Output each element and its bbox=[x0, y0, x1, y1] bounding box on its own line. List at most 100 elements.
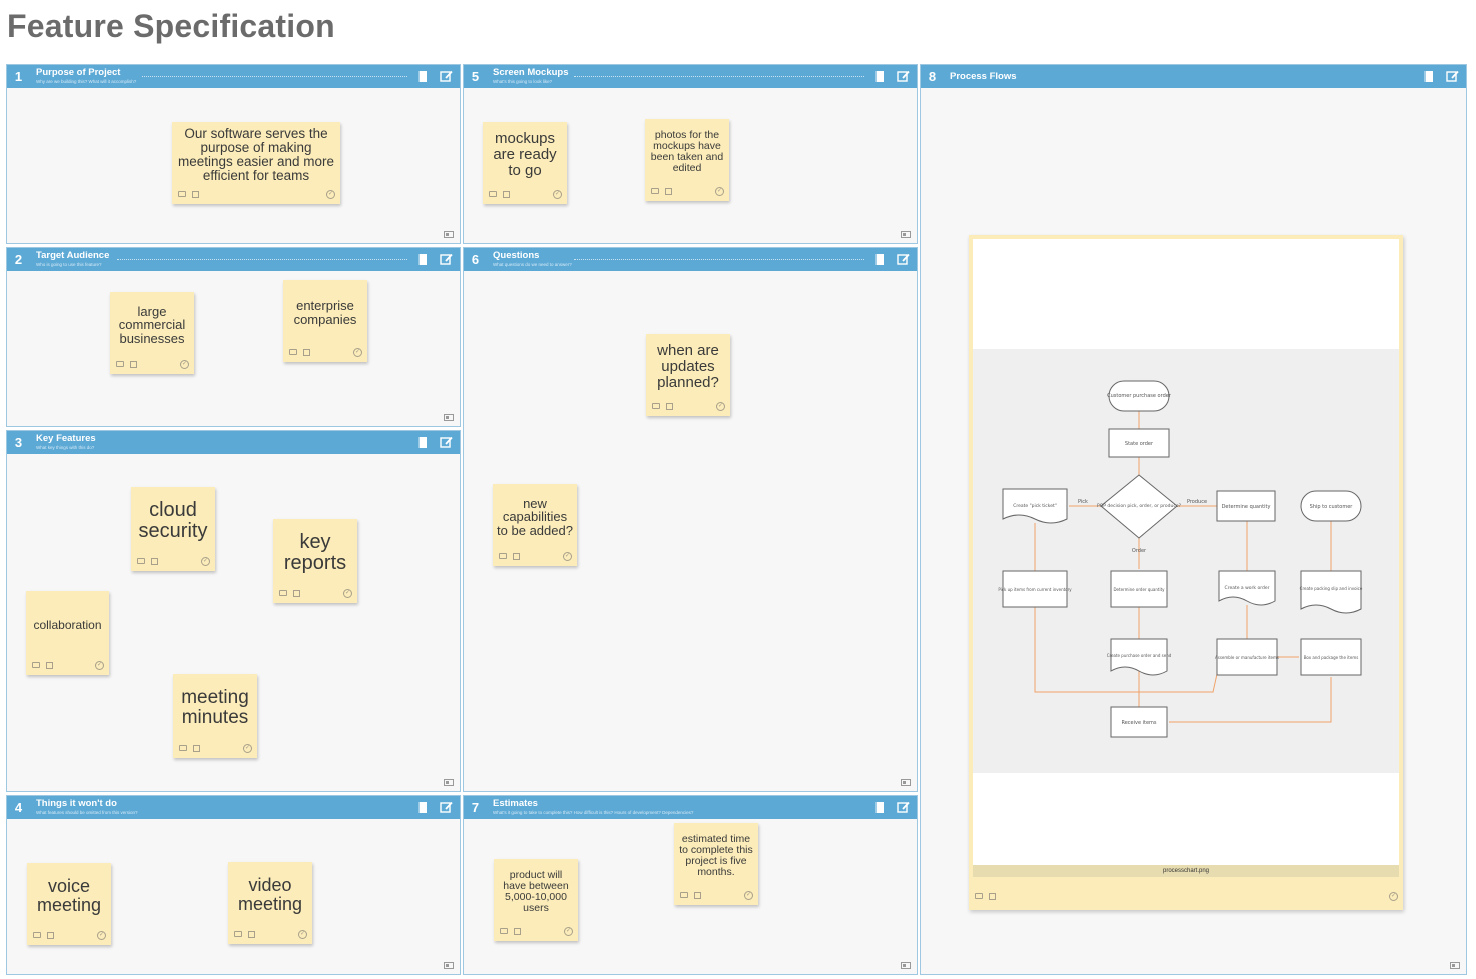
sticky-note[interactable]: enterprise companies ✓ bbox=[283, 280, 367, 362]
edit-icon[interactable] bbox=[439, 435, 454, 450]
comment-icon[interactable] bbox=[652, 403, 660, 409]
notebook-icon[interactable] bbox=[1421, 69, 1436, 84]
sticky-note[interactable]: voice meeting ✓ bbox=[27, 863, 111, 945]
comment-icon[interactable] bbox=[178, 191, 186, 197]
check-icon[interactable]: ✓ bbox=[97, 931, 106, 940]
edit-icon[interactable] bbox=[439, 800, 454, 815]
section-number: 4 bbox=[14, 800, 23, 815]
sticky-note[interactable]: mockups are ready to go ✓ bbox=[483, 122, 567, 204]
check-icon[interactable]: ✓ bbox=[180, 360, 189, 369]
sticky-note[interactable]: cloud security ✓ bbox=[131, 487, 215, 571]
edit-icon[interactable] bbox=[1445, 69, 1460, 84]
sticky-note[interactable]: meeting minutes ✓ bbox=[173, 674, 257, 758]
section-header: 4 Things it won't do What features shoul… bbox=[7, 796, 460, 819]
check-icon[interactable]: ✓ bbox=[1389, 892, 1398, 901]
edit-icon[interactable] bbox=[896, 800, 911, 815]
check-icon[interactable]: ✓ bbox=[564, 927, 573, 936]
comment-icon[interactable] bbox=[651, 188, 659, 194]
process-chart-image[interactable]: Customer purchase order State order POP … bbox=[973, 239, 1399, 877]
comment-icon[interactable] bbox=[33, 932, 41, 938]
vote-icon[interactable] bbox=[503, 191, 510, 198]
comment-icon[interactable] bbox=[32, 662, 40, 668]
comment-icon[interactable] bbox=[137, 558, 145, 564]
edit-icon[interactable] bbox=[439, 69, 454, 84]
sticky-note[interactable]: estimated time to complete this project … bbox=[674, 823, 758, 905]
note-text: mockups are ready to go bbox=[493, 130, 557, 179]
notebook-icon[interactable] bbox=[872, 252, 887, 267]
check-icon[interactable]: ✓ bbox=[715, 187, 724, 196]
check-icon[interactable]: ✓ bbox=[95, 661, 104, 670]
card-view-icon[interactable] bbox=[444, 962, 454, 969]
comment-icon[interactable] bbox=[499, 553, 507, 559]
sticky-note[interactable]: collaboration ✓ bbox=[26, 591, 109, 675]
notebook-icon[interactable] bbox=[415, 69, 430, 84]
card-view-icon[interactable] bbox=[444, 414, 454, 421]
check-icon[interactable]: ✓ bbox=[326, 190, 335, 199]
vote-icon[interactable] bbox=[694, 892, 701, 899]
check-icon[interactable]: ✓ bbox=[343, 589, 352, 598]
comment-icon[interactable] bbox=[279, 590, 287, 596]
sticky-note[interactable]: photos for the mockups have been taken a… bbox=[645, 119, 729, 201]
check-icon[interactable]: ✓ bbox=[243, 744, 252, 753]
image-card[interactable]: Customer purchase order State order POP … bbox=[969, 235, 1403, 910]
vote-icon[interactable] bbox=[513, 553, 520, 560]
card-view-icon[interactable] bbox=[444, 231, 454, 238]
card-view-icon[interactable] bbox=[901, 779, 911, 786]
vote-icon[interactable] bbox=[130, 361, 137, 368]
vote-icon[interactable] bbox=[46, 662, 53, 669]
check-icon[interactable]: ✓ bbox=[716, 402, 725, 411]
check-icon[interactable]: ✓ bbox=[298, 930, 307, 939]
flow-node-order-qty: Determine order quantity bbox=[1113, 587, 1165, 592]
card-view-icon[interactable] bbox=[444, 779, 454, 786]
note-footer: ✓ bbox=[234, 930, 307, 940]
card-view-icon[interactable] bbox=[901, 962, 911, 969]
comment-icon[interactable] bbox=[680, 892, 688, 898]
comment-icon[interactable] bbox=[489, 191, 497, 197]
vote-icon[interactable] bbox=[293, 590, 300, 597]
sticky-note[interactable]: Our software serves the purpose of makin… bbox=[172, 122, 340, 204]
comment-icon[interactable] bbox=[179, 745, 187, 751]
vote-icon[interactable] bbox=[303, 349, 310, 356]
check-icon[interactable]: ✓ bbox=[553, 190, 562, 199]
comment-icon[interactable] bbox=[975, 893, 983, 899]
check-icon[interactable]: ✓ bbox=[563, 552, 572, 561]
vote-icon[interactable] bbox=[47, 932, 54, 939]
vote-icon[interactable] bbox=[665, 188, 672, 195]
vote-icon[interactable] bbox=[193, 745, 200, 752]
vote-icon[interactable] bbox=[666, 403, 673, 410]
notebook-icon[interactable] bbox=[415, 435, 430, 450]
sticky-note[interactable]: when are updates planned? ✓ bbox=[646, 334, 730, 416]
note-text: new capabilities to be added? bbox=[497, 495, 573, 538]
sticky-note[interactable]: key reports ✓ bbox=[273, 519, 357, 603]
flow-node-ship: Ship to customer bbox=[1310, 504, 1354, 510]
notebook-icon[interactable] bbox=[415, 252, 430, 267]
sticky-note[interactable]: product will have between 5,000-10,000 u… bbox=[494, 859, 578, 941]
sticky-note[interactable]: video meeting ✓ bbox=[228, 862, 312, 944]
check-icon[interactable]: ✓ bbox=[201, 557, 210, 566]
vote-icon[interactable] bbox=[192, 191, 199, 198]
vote-icon[interactable] bbox=[989, 893, 996, 900]
vote-icon[interactable] bbox=[151, 558, 158, 565]
notebook-icon[interactable] bbox=[415, 800, 430, 815]
comment-icon[interactable] bbox=[289, 349, 297, 355]
edit-icon[interactable] bbox=[896, 252, 911, 267]
section-header: 5 Screen Mockups What's this going to lo… bbox=[464, 65, 917, 88]
notebook-icon[interactable] bbox=[872, 69, 887, 84]
notebook-icon[interactable] bbox=[872, 800, 887, 815]
section-purpose-of-project: 1 Purpose of Project Why are we building… bbox=[6, 64, 461, 244]
edit-icon[interactable] bbox=[896, 69, 911, 84]
flow-node-decision: POP decision pick, order, or produce? bbox=[1097, 503, 1182, 509]
comment-icon[interactable] bbox=[500, 928, 508, 934]
sticky-note[interactable]: large commercial businesses ✓ bbox=[110, 292, 194, 374]
vote-icon[interactable] bbox=[248, 931, 255, 938]
comment-icon[interactable] bbox=[234, 931, 242, 937]
vote-icon[interactable] bbox=[514, 928, 521, 935]
check-icon[interactable]: ✓ bbox=[744, 891, 753, 900]
check-icon[interactable]: ✓ bbox=[353, 348, 362, 357]
card-view-icon[interactable] bbox=[901, 231, 911, 238]
comment-icon[interactable] bbox=[116, 361, 124, 367]
card-view-icon[interactable] bbox=[1450, 962, 1460, 969]
sticky-note[interactable]: new capabilities to be added? ✓ bbox=[493, 484, 577, 566]
section-header: 2 Target Audience Who is going to use th… bbox=[7, 248, 460, 271]
edit-icon[interactable] bbox=[439, 252, 454, 267]
